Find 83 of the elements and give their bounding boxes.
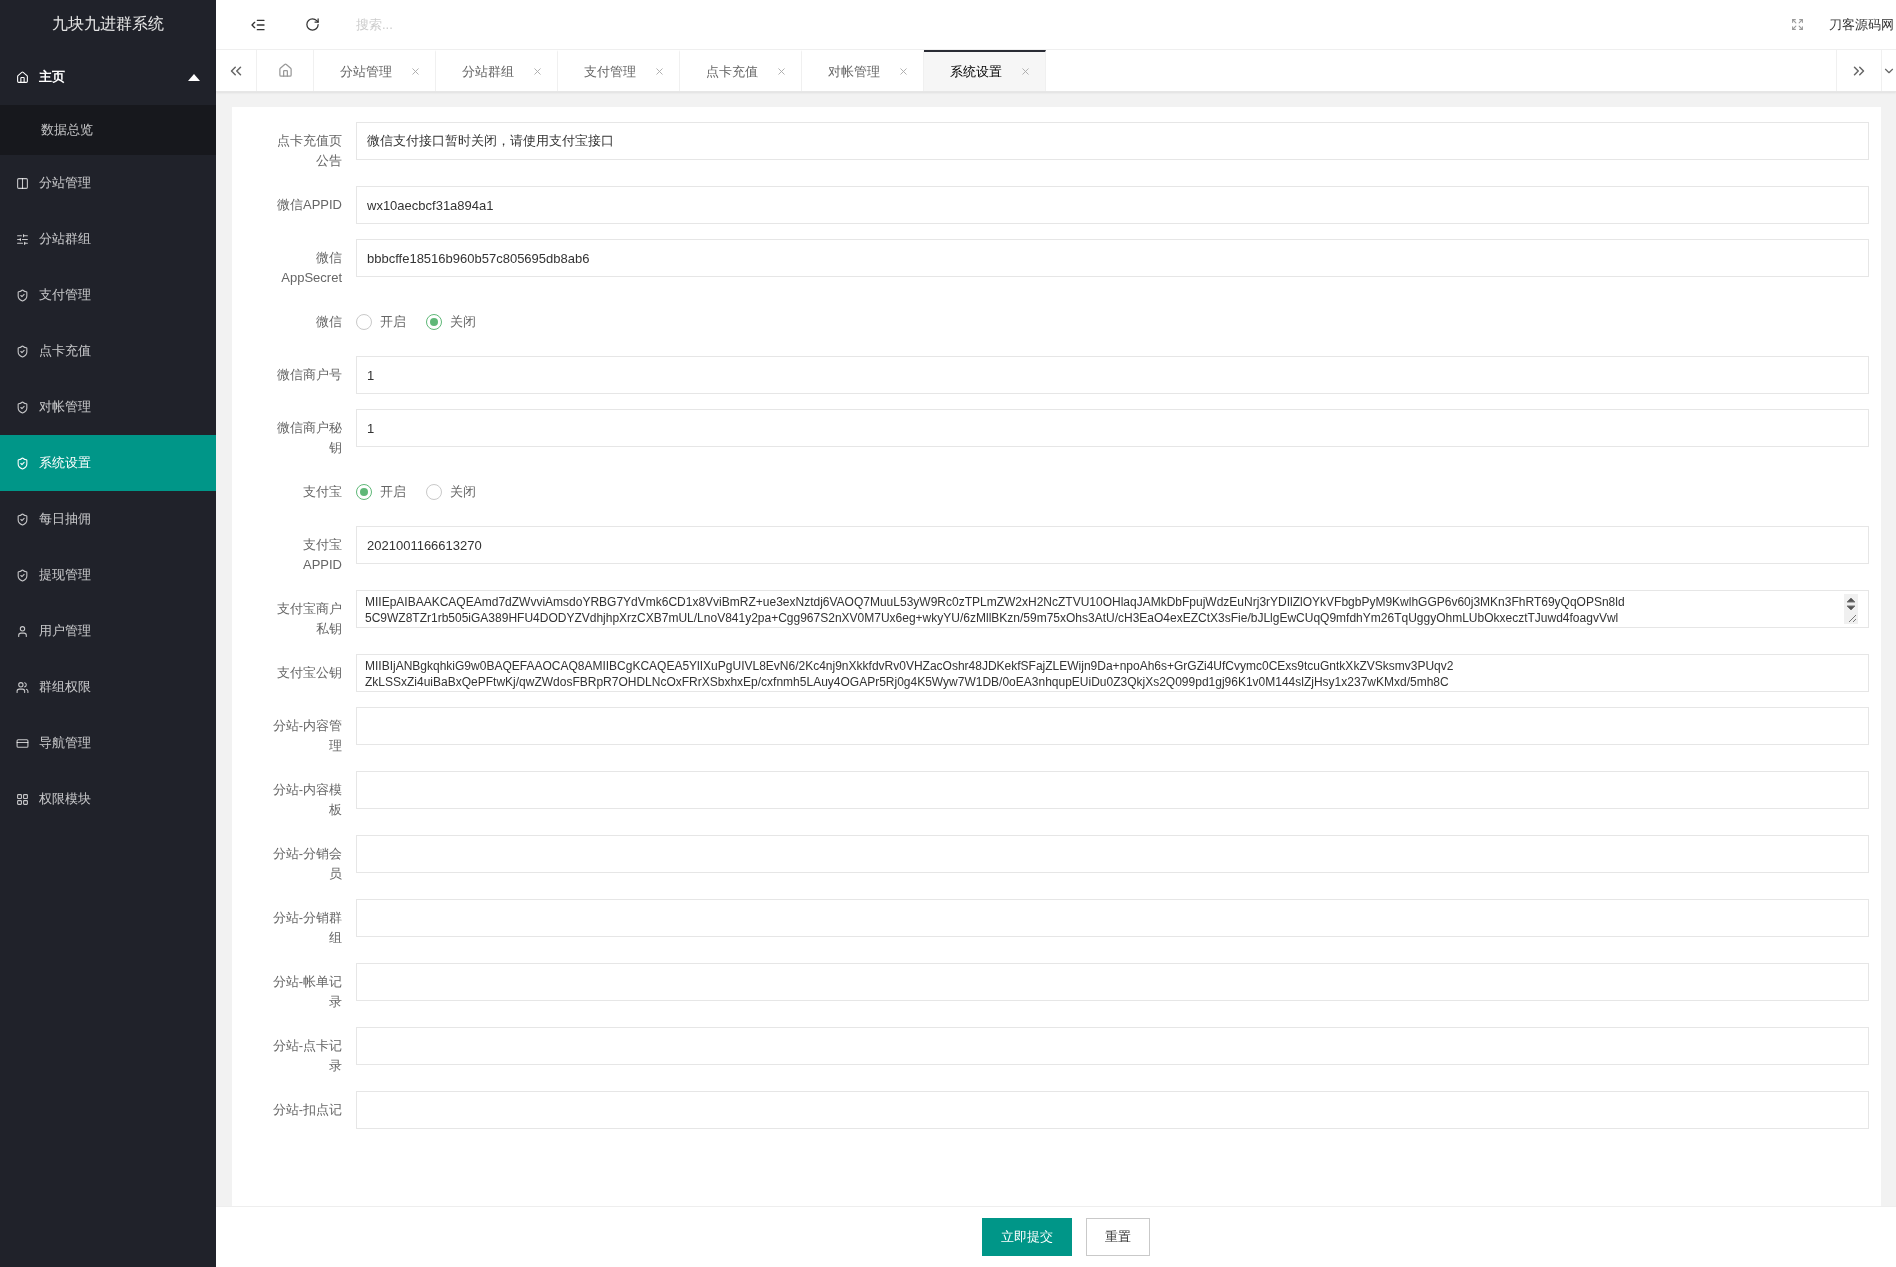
- field-label: 支付宝公钥: [276, 664, 343, 682]
- sliders-icon: [16, 232, 29, 246]
- user-name[interactable]: 刀客源码网: [1829, 15, 1896, 34]
- radio-option[interactable]: 关闭: [426, 483, 476, 501]
- shield-check-icon: [16, 568, 29, 582]
- app-title: 九块九进群系统: [51, 14, 165, 34]
- shield-check-icon: [16, 344, 29, 358]
- text-field[interactable]: 1: [356, 409, 1869, 447]
- sidebar-item[interactable]: 权限模块: [0, 771, 216, 827]
- card-icon: [16, 736, 29, 750]
- sidebar-item[interactable]: 点卡充值: [0, 323, 216, 379]
- shield-check-icon: [16, 512, 29, 526]
- scrollbar-icon[interactable]: [1844, 594, 1858, 624]
- sidebar-item[interactable]: 支付管理: [0, 267, 216, 323]
- field-label: 微信: [315, 313, 343, 331]
- sidebar-item[interactable]: 群组权限: [0, 659, 216, 715]
- submit-button[interactable]: 立即提交: [982, 1218, 1072, 1256]
- radio-option[interactable]: 开启: [356, 483, 406, 501]
- sidebar-item[interactable]: 系统设置: [0, 435, 216, 491]
- columns-icon: [16, 176, 29, 190]
- text-field[interactable]: [356, 963, 1869, 1001]
- text-field[interactable]: 1: [356, 356, 1869, 394]
- field-label: 微信APPID: [276, 196, 343, 214]
- text-field[interactable]: [356, 1091, 1869, 1129]
- reset-button[interactable]: 重置: [1086, 1218, 1150, 1256]
- close-icon[interactable]: [1020, 66, 1031, 77]
- shield-check-icon: [16, 456, 29, 470]
- field-label: 分站-帐单记录: [271, 973, 343, 1011]
- close-icon[interactable]: [410, 66, 421, 77]
- field-label: 点卡充值页公告: [276, 132, 343, 170]
- text-field[interactable]: bbbcffe18516b960b57c805695db8ab6: [356, 239, 1869, 277]
- radio-option[interactable]: 开启: [356, 313, 406, 331]
- text-field[interactable]: [356, 707, 1869, 745]
- sidebar-item[interactable]: 用户管理: [0, 603, 216, 659]
- field-label: 分站-内容管理: [271, 717, 343, 755]
- sidebar-item[interactable]: 对帐管理: [0, 379, 216, 435]
- text-field[interactable]: [356, 899, 1869, 937]
- shield-check-icon: [16, 288, 29, 302]
- tab[interactable]: 分站群组: [436, 50, 558, 91]
- field-label: 分站-扣点记: [271, 1101, 343, 1119]
- field-label: 微信商户号: [276, 366, 343, 384]
- close-icon[interactable]: [898, 66, 909, 77]
- tab[interactable]: 系统设置: [924, 50, 1046, 91]
- close-icon[interactable]: [532, 66, 543, 77]
- textarea-field[interactable]: MIIEpAIBAAKCAQEAmd7dZWvviAmsdoYRBG7YdVmk6CD1x8VviBmRZ+ue3exNztdj6VAOQ7MuuL53yW9Rc0zTPLmZW2xH2NcZTVU10OHlaqJAMkDbFpujWdzEuNrj3rYDIlZlOYkVFbgbPyM9KwlhGGP6v60j3MKn3FhRT69yQqOPSn8ld 5C9WZ8TZr1rb505iGA389HFU4DODYZVdhjhpXrzCXB7mUL/LnoV841y2pa+Cgg967S2nXV0M7Ux6eg+wkyYU/6zMllBKzn/59m75xOhs3AtU/cH3EaO4exEZCtX3sFie/bJLlgEwCUqQ9mfdhYm26TqUggyOhmLUbOkxecztTJuwd4foagvVwl: [356, 590, 1869, 628]
- sidebar-item[interactable]: 分站群组: [0, 211, 216, 267]
- field-label: 分站-分销群组: [271, 909, 343, 947]
- text-field[interactable]: wx10aecbcf31a894a1: [356, 186, 1869, 224]
- user-icon: [16, 624, 29, 638]
- text-field[interactable]: 微信支付接口暂时关闭，请使用支付宝接口: [356, 122, 1869, 160]
- fullscreen-icon[interactable]: [1790, 18, 1804, 31]
- home-icon: [16, 70, 29, 84]
- text-field[interactable]: [356, 835, 1869, 873]
- sidebar-item[interactable]: 提现管理: [0, 547, 216, 603]
- users-icon: [16, 680, 29, 694]
- grid-icon: [16, 792, 29, 806]
- text-field[interactable]: [356, 1027, 1869, 1065]
- submenu-item[interactable]: 数据总览: [0, 105, 216, 155]
- tab[interactable]: 对帐管理: [802, 50, 924, 91]
- shield-check-icon: [16, 400, 29, 414]
- field-label: 微信AppSecret: [280, 249, 343, 287]
- close-icon[interactable]: [654, 66, 665, 77]
- radio-option[interactable]: 关闭: [426, 313, 476, 331]
- field-label: 支付宝APPID: [302, 536, 343, 574]
- tab[interactable]: 分站管理: [314, 50, 436, 91]
- field-label: 微信商户秘钥: [276, 419, 343, 457]
- sidebar-item[interactable]: 每日抽佣: [0, 491, 216, 547]
- text-field[interactable]: [356, 771, 1869, 809]
- sidebar-item[interactable]: 主页: [0, 49, 216, 105]
- tab[interactable]: 点卡充值: [680, 50, 802, 91]
- field-label: 分站-点卡记录: [271, 1037, 343, 1075]
- close-icon[interactable]: [776, 66, 787, 77]
- field-label: 分站-内容模板: [271, 781, 343, 819]
- text-field[interactable]: 2021001166613270: [356, 526, 1869, 564]
- field-label: 分站-分销会员: [271, 845, 343, 883]
- home-icon[interactable]: [277, 63, 293, 78]
- textarea-field[interactable]: MIIBIjANBgkqhkiG9w0BAQEFAAOCAQ8AMIIBCgKCAQEA5YlIXuPgUIVL8EvN6/2Kc4nj9nXkkfdvRv0VHZacOshr48JDKekfSFajZLEWijn9Da+npoAh6s+GrGZi4UfCvymc0CExs9tcuGntkXkZVSksmv3PUqv2 ZkLSSxZi4uiBaBxQePFtwKj/qwZWdosFBRpR7OHDLNcOxFRrXSbxhxEp/cxfnmh5LAuy4OGAPr5Rj0g4K5Wyw7W1DB/0oEA3nhqupEUiDu0Z3QkjXs2Q099pd1gj96K1v0M144slZjHsy1x237wKMxd/5mh8C: [356, 654, 1869, 692]
- refresh-icon[interactable]: [304, 17, 320, 32]
- tab[interactable]: 支付管理: [558, 50, 680, 91]
- sidebar-item[interactable]: 导航管理: [0, 715, 216, 771]
- field-label: 支付宝商户私钥: [276, 600, 343, 638]
- sidebar-item[interactable]: 分站管理: [0, 155, 216, 211]
- field-label: 支付宝: [302, 483, 343, 501]
